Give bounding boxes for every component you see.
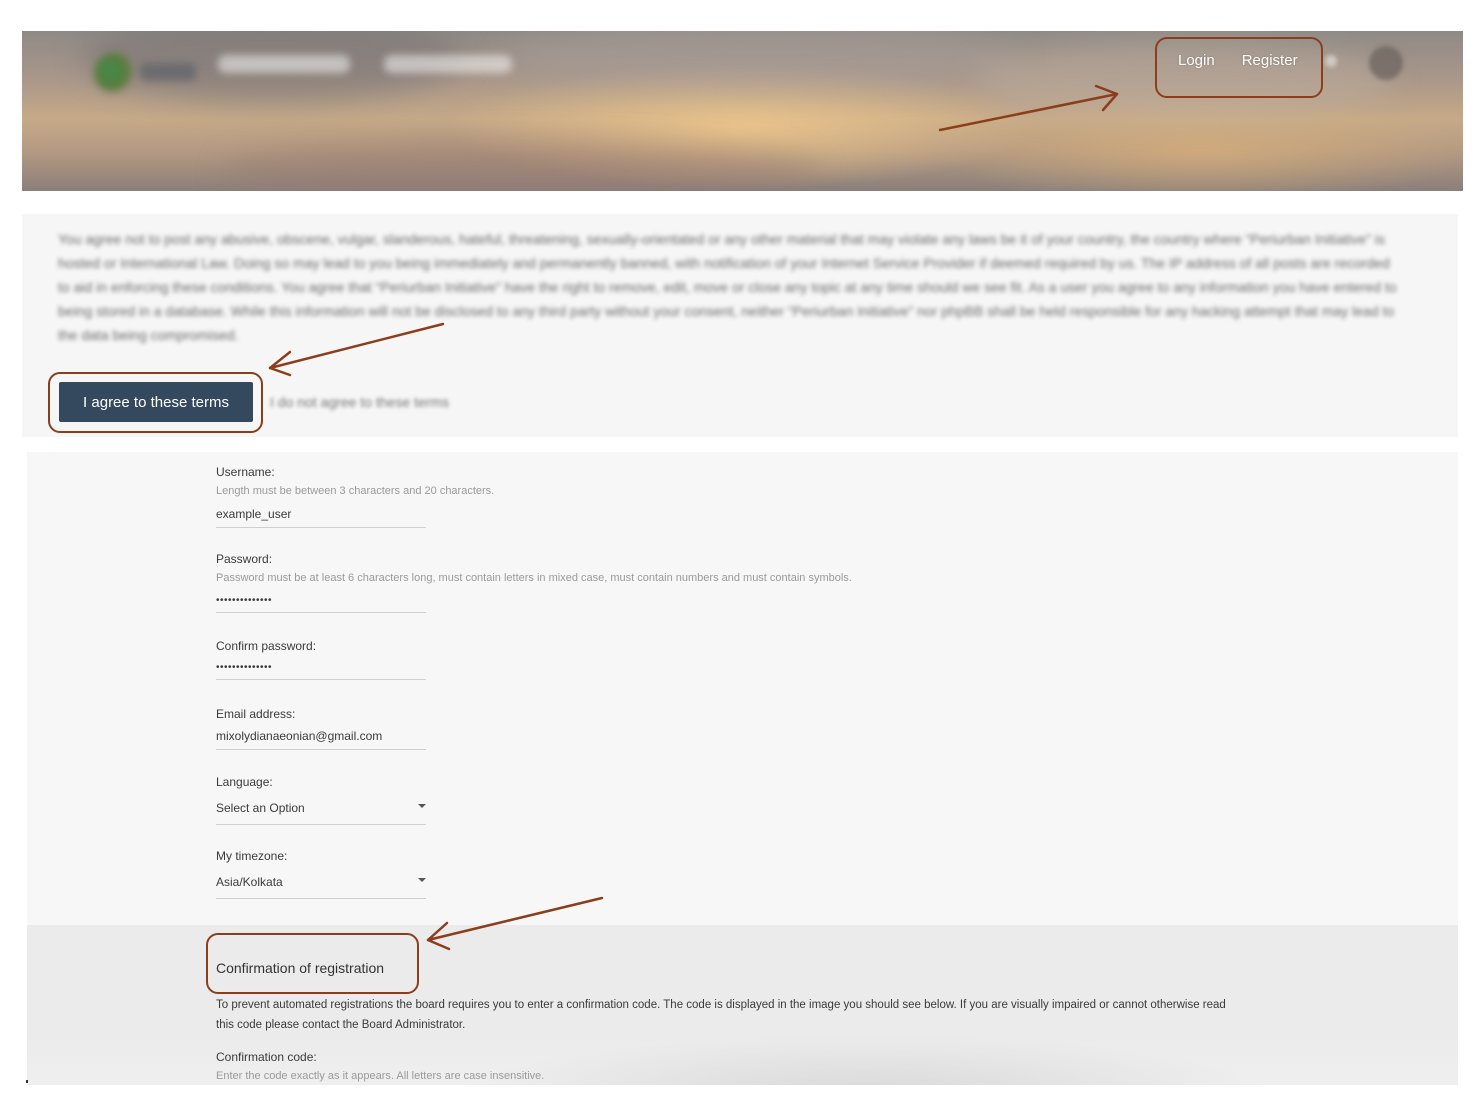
annotation-arrow-auth	[938, 92, 1119, 132]
annotation-arrow-confirmation	[426, 896, 604, 942]
annotation-arrow-agree	[268, 322, 445, 370]
annotation-arrows	[268, 84, 1119, 951]
